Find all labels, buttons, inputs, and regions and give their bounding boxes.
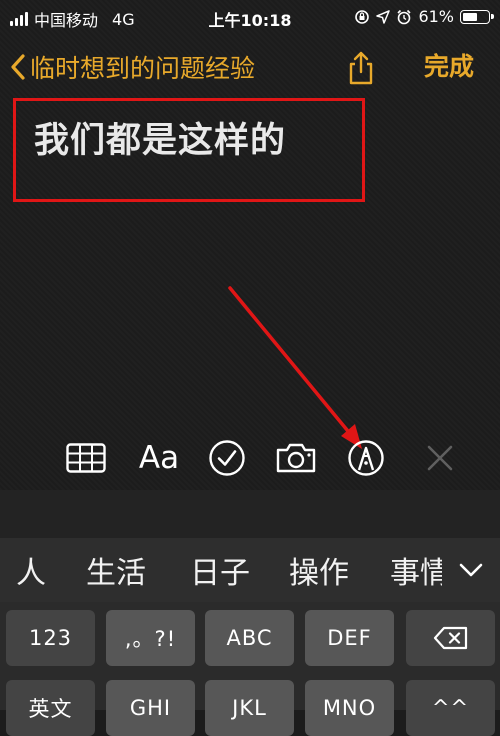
- key-punctuation[interactable]: ,。?!: [106, 610, 195, 666]
- key-abc[interactable]: ABC: [205, 610, 294, 666]
- key-english[interactable]: 英文: [6, 680, 95, 736]
- keyboard-input-preview: [0, 490, 500, 538]
- markup-button[interactable]: [345, 436, 387, 480]
- candidate-word[interactable]: 日子: [190, 548, 250, 592]
- candidate-word[interactable]: 事情: [390, 548, 450, 592]
- table-icon: [66, 443, 106, 473]
- markup-pen-icon: [348, 440, 384, 476]
- key-emoticon[interactable]: ^^: [406, 680, 495, 736]
- candidate-bar: 人 生活 日子 操作 事情: [0, 538, 500, 602]
- camera-icon: [276, 443, 316, 473]
- text-format-button[interactable]: Aa: [134, 436, 184, 480]
- delete-backspace-icon: [433, 626, 467, 650]
- checklist-button[interactable]: [206, 436, 248, 480]
- keyboard: 人 生活 日子 操作 事情 123 ,。?! ABC DEF 英文 GHI JK…: [0, 490, 500, 736]
- annotation-arrow: [228, 286, 362, 449]
- camera-button[interactable]: [274, 436, 318, 480]
- chevron-down-icon: [459, 563, 483, 577]
- key-def[interactable]: DEF: [305, 610, 394, 666]
- key-jkl[interactable]: JKL: [205, 680, 294, 736]
- key-delete[interactable]: [406, 610, 495, 666]
- key-mno[interactable]: MNO: [305, 680, 394, 736]
- text-format-icon: Aa: [138, 440, 180, 476]
- candidate-word[interactable]: 人: [16, 548, 46, 592]
- key-numbers[interactable]: 123: [6, 610, 95, 666]
- key-ghi[interactable]: GHI: [106, 680, 195, 736]
- table-button[interactable]: [64, 436, 108, 480]
- close-toolbar-button[interactable]: [422, 436, 458, 480]
- formatting-toolbar: Aa: [0, 428, 500, 488]
- checklist-icon: [209, 440, 245, 476]
- candidate-word[interactable]: 操作: [289, 548, 349, 592]
- close-icon: [427, 445, 453, 471]
- expand-candidates-button[interactable]: [442, 538, 500, 602]
- candidate-word[interactable]: 生活: [86, 548, 146, 592]
